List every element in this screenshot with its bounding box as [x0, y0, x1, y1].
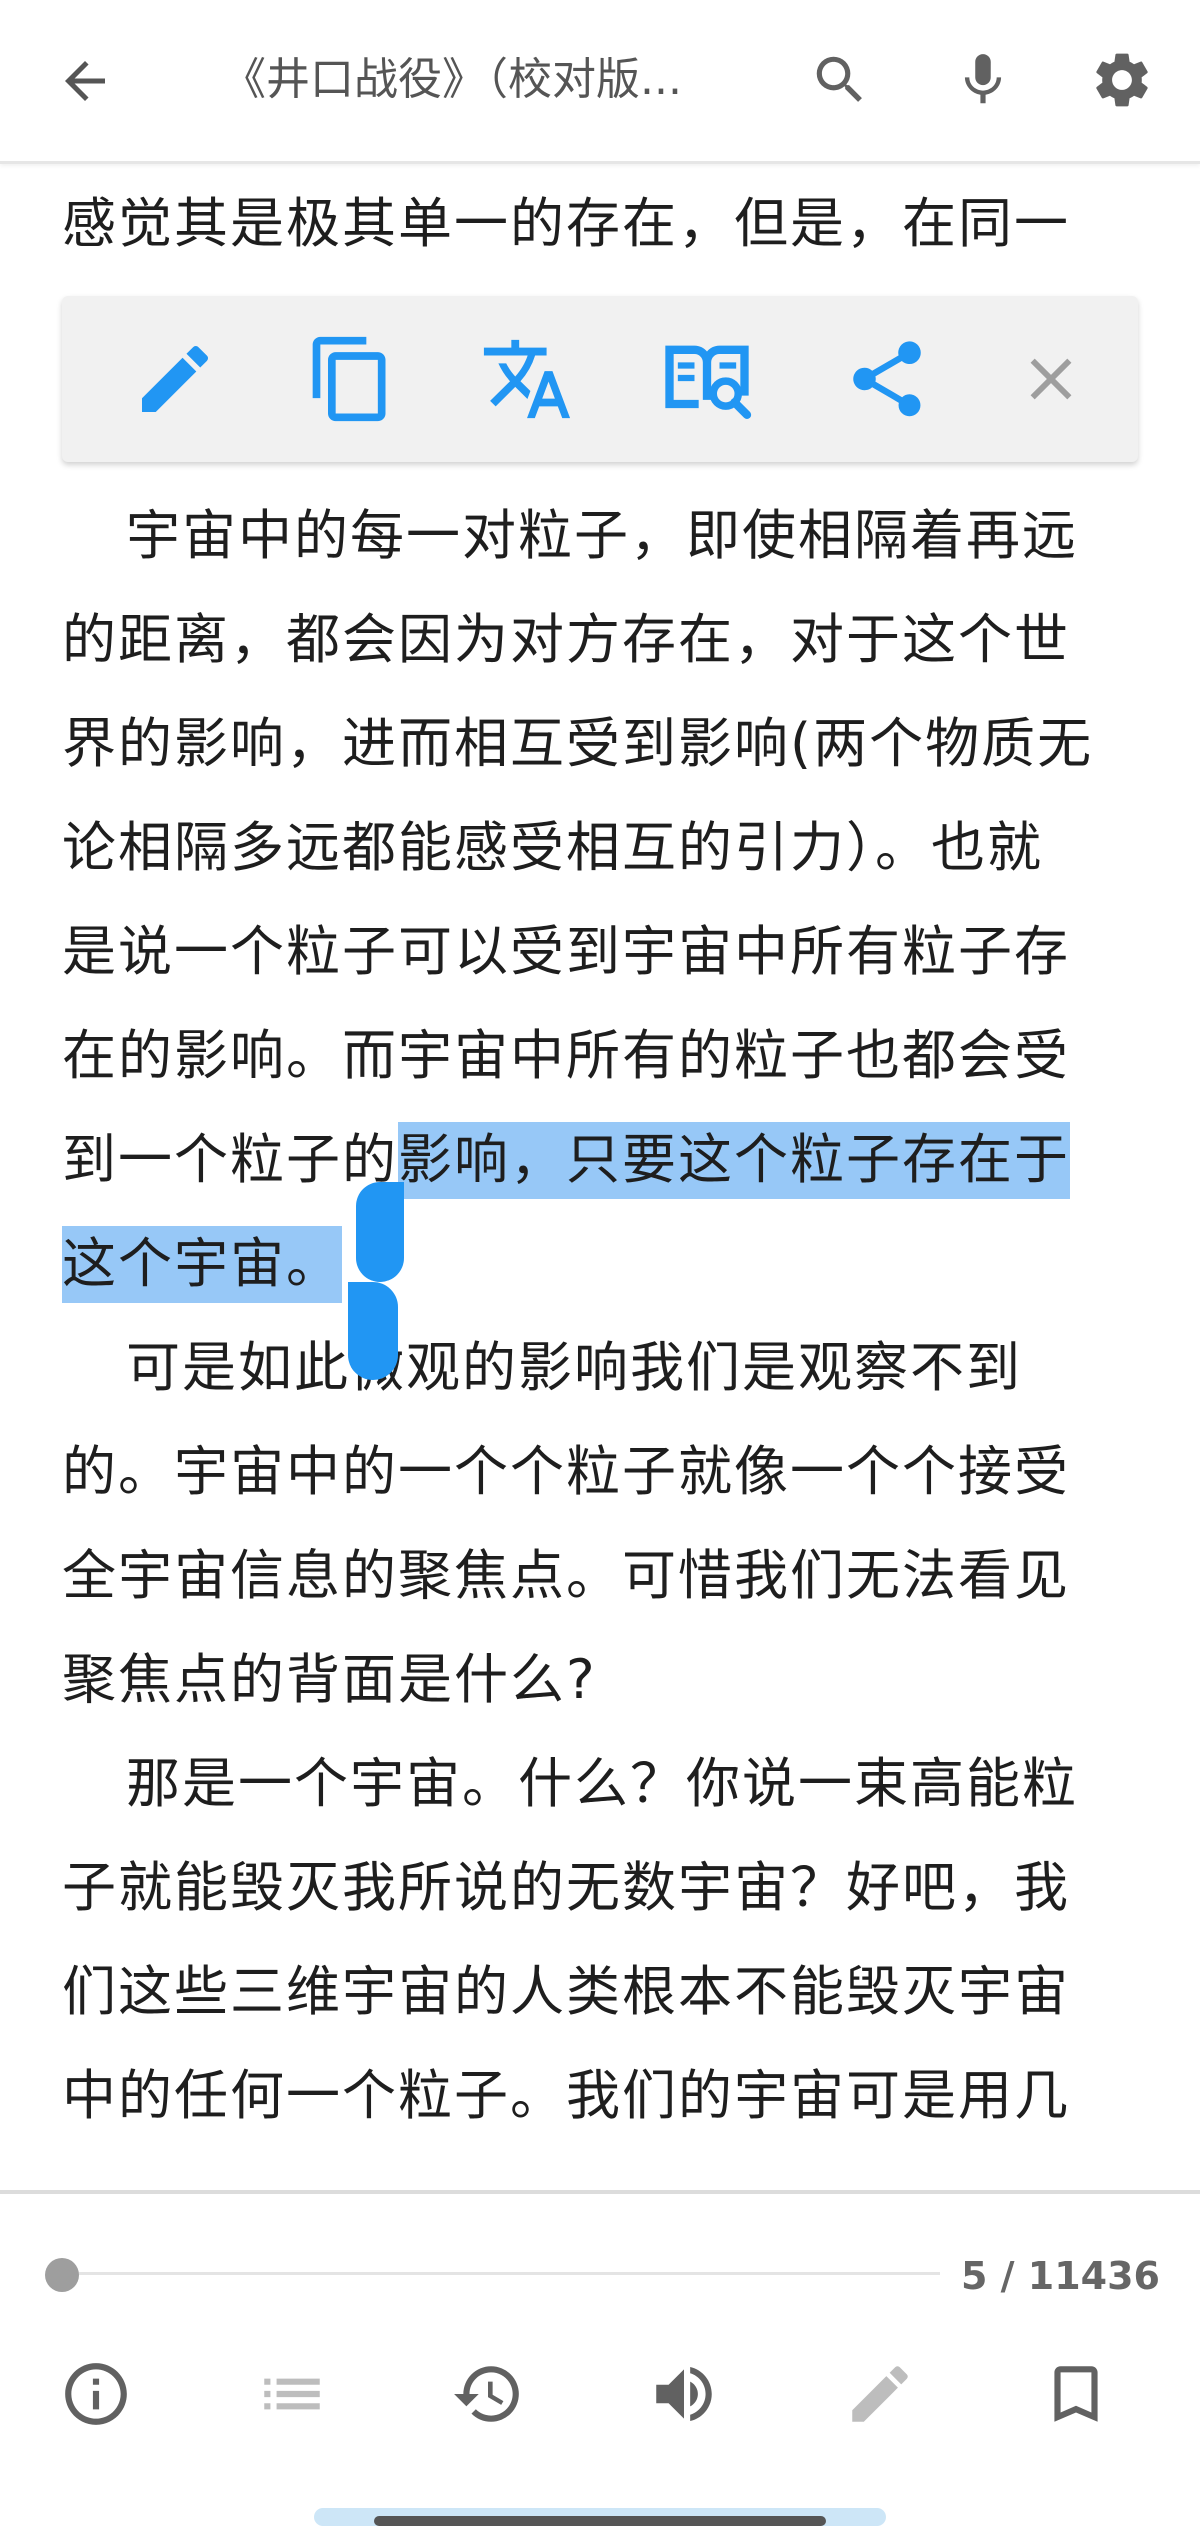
close-icon	[1030, 358, 1072, 400]
text-line[interactable]: 聚焦点的背面是什么?	[62, 1628, 1142, 1732]
edit-button[interactable]	[830, 2344, 930, 2444]
share-icon	[853, 341, 921, 417]
text-line[interactable]: 是说一个粒子可以受到宇宙中所有粒子存	[62, 900, 1142, 1004]
translate-button[interactable]	[472, 324, 582, 434]
text-line[interactable]: 中的任何一个粒子。我们的宇宙可是用几	[62, 2044, 1142, 2148]
text-line[interactable]: 论相隔多远都能感受相互的引力）。也就	[62, 796, 1142, 900]
book-title: 《井口战役》（校对版...	[222, 54, 682, 105]
text-line[interactable]: 子就能毁灭我所说的无数宇宙？好吧，我	[62, 1836, 1142, 1940]
read-aloud-button[interactable]	[634, 2344, 734, 2444]
voice-search-button[interactable]	[935, 32, 1031, 128]
arrow-back-icon	[65, 61, 105, 101]
selected-text[interactable]: 这个宇宙。	[62, 1226, 342, 1303]
text-line[interactable]: 们这些三维宇宙的人类根本不能毁灭宇宙	[62, 1940, 1142, 2044]
text-line[interactable]: 感觉其是极其单一的存在，但是，在同一	[62, 172, 1142, 276]
share-button[interactable]	[832, 324, 942, 434]
page-counter: 5 / 11436	[961, 2254, 1160, 2298]
copy-button[interactable]	[296, 324, 406, 434]
selection-handle-end[interactable]	[356, 1182, 404, 1282]
text-line[interactable]: 可是如此微观的影响我们是观察不到	[126, 1316, 1200, 1420]
edit-icon	[852, 2366, 908, 2422]
text-line[interactable]: 这个宇宙。	[62, 1212, 1142, 1316]
back-button[interactable]	[40, 36, 130, 126]
history-button[interactable]	[438, 2344, 538, 2444]
selected-text[interactable]: 影响，只要这个粒子存在于	[398, 1122, 1070, 1199]
toc-button[interactable]	[242, 2344, 342, 2444]
gesture-bar[interactable]	[374, 2516, 826, 2526]
text-line[interactable]: 那是一个宇宙。什么？你说一束高能粒	[126, 1732, 1200, 1836]
translate-icon	[483, 339, 571, 419]
progress-slider-track[interactable]	[60, 2272, 940, 2275]
highlight-button[interactable]	[120, 324, 230, 434]
text-line[interactable]: 的距离，都会因为对方存在，对于这个世	[62, 588, 1142, 692]
bookmark-button[interactable]	[1026, 2344, 1126, 2444]
bookmark-icon	[1054, 2366, 1098, 2422]
search-button[interactable]	[792, 32, 888, 128]
microphone-icon	[964, 54, 1002, 104]
list-icon	[264, 2378, 320, 2410]
reading-area[interactable]: 感觉其是极其单一的存在，但是，在同一 宇宙中的每一对粒子，即使相隔着再远 的距离…	[0, 164, 1200, 2192]
text-line[interactable]: 到一个粒子的影响，只要这个粒子存在于	[62, 1108, 1142, 1212]
volume-icon	[656, 2366, 712, 2422]
selection-toolbar	[62, 296, 1138, 462]
bottom-divider	[0, 2190, 1200, 2194]
selection-handle-drag[interactable]	[348, 1282, 398, 1380]
gear-icon	[1096, 53, 1148, 107]
app-bar: 《井口战役》（校对版...	[0, 0, 1200, 164]
close-selection-button[interactable]	[996, 324, 1106, 434]
dictionary-button[interactable]	[652, 324, 762, 434]
copy-icon	[312, 336, 386, 422]
info-icon	[65, 2363, 127, 2425]
search-icon	[816, 56, 862, 102]
text-line[interactable]: 全宇宙信息的聚焦点。可惜我们无法看见	[62, 1524, 1142, 1628]
text-line[interactable]: 界的影响，进而相互受到影响(两个物质无	[62, 692, 1142, 796]
info-button[interactable]	[46, 2344, 146, 2444]
settings-button[interactable]	[1074, 32, 1170, 128]
text-line[interactable]: 的。宇宙中的一个个粒子就像一个个接受	[62, 1420, 1142, 1524]
text-line[interactable]: 宇宙中的每一对粒子，即使相隔着再远	[126, 484, 1200, 588]
history-icon	[454, 2366, 519, 2422]
text-line[interactable]: 在的影响。而宇宙中所有的粒子也都会受	[62, 1004, 1142, 1108]
pencil-icon	[142, 345, 209, 412]
dictionary-search-icon	[665, 345, 752, 420]
text-unselected[interactable]: 到一个粒子的	[62, 1128, 398, 1191]
progress-slider-thumb[interactable]	[45, 2258, 79, 2292]
